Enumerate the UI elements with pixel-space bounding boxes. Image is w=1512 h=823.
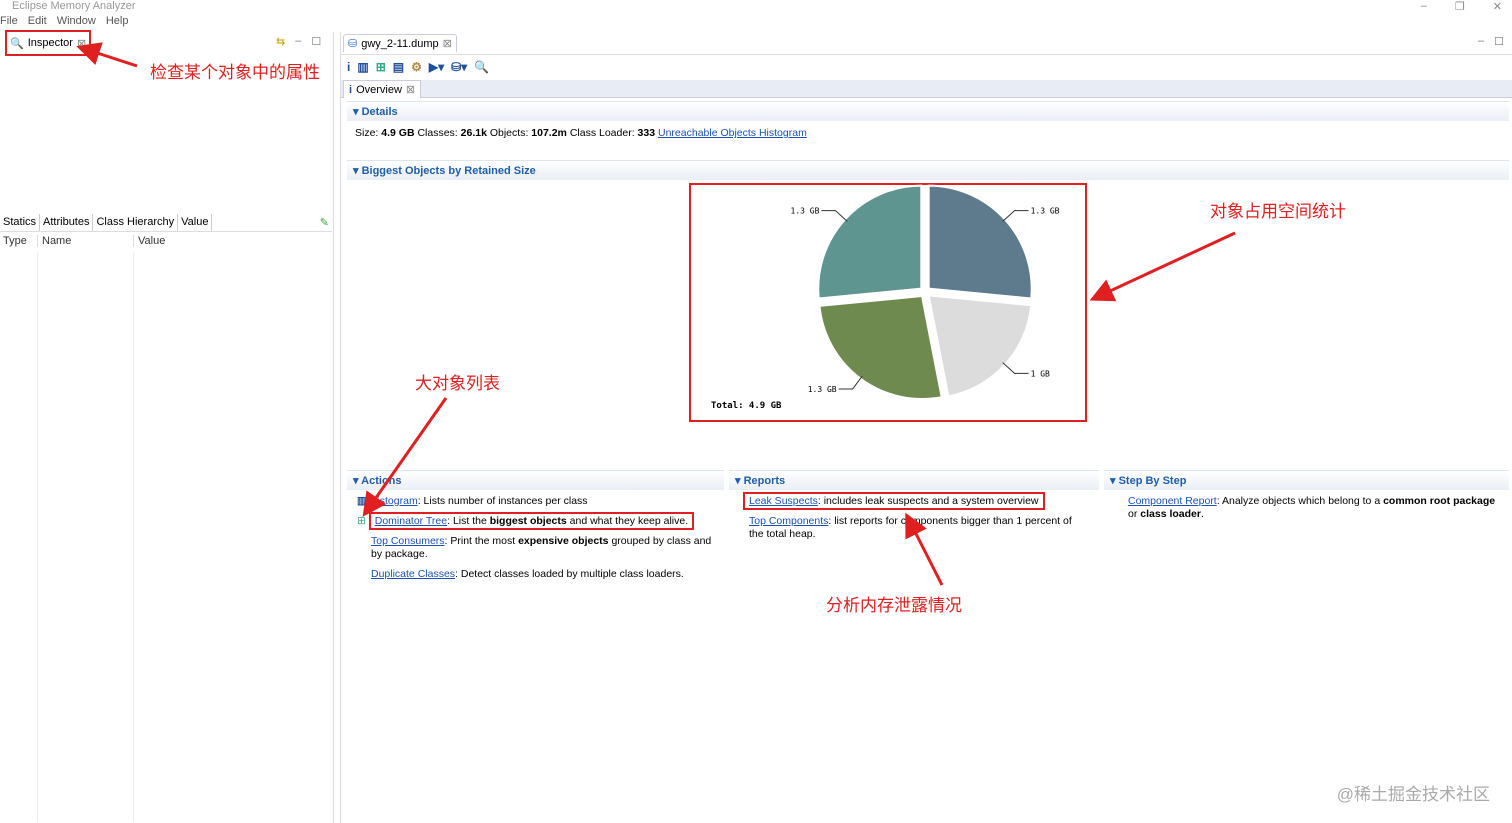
divider	[133, 252, 134, 822]
info-icon[interactable]: i	[347, 60, 350, 74]
pie-chart: Total: 4.9 GB 1.3 GB 1 GB 1.3 GB 1.3 GB	[711, 184, 1060, 411]
tab-label: gwy_2-11.dump	[361, 37, 439, 50]
details-line: Size: 4.9 GB Classes: 26.1k Objects: 107…	[355, 127, 807, 139]
list-item: ⊞ Dominator Tree: List the biggest objec…	[357, 512, 717, 530]
annotation-chart: 对象占用空间统计	[1210, 202, 1346, 221]
restore-button[interactable]: ❐	[1455, 0, 1465, 13]
step-by-step-header[interactable]: ▾ Step By Step	[1104, 470, 1509, 490]
database-icon: ⛁	[348, 38, 358, 50]
maximize-icon[interactable]: ☐	[311, 35, 321, 48]
inspector-icon: 🔍	[10, 37, 24, 50]
histogram-icon[interactable]: ▥	[357, 60, 368, 74]
histogram-link[interactable]: Histogram	[370, 495, 418, 507]
dominator-highlight: Dominator Tree: List the biggest objects…	[368, 512, 695, 530]
list-item: Top Components: list reports for compone…	[749, 515, 1072, 540]
col-value[interactable]: Value	[134, 235, 165, 247]
tab-label: Inspector	[27, 37, 73, 49]
step-text: Component Report: Analyze objects which …	[1128, 495, 1496, 520]
minimize-icon[interactable]: –	[1478, 35, 1484, 48]
pie-label: 1.3 GB	[791, 207, 820, 216]
tab-class-hierarchy[interactable]: Class Hierarchy	[93, 214, 179, 231]
divider	[37, 252, 38, 822]
reports-header[interactable]: ▾ Reports	[729, 470, 1099, 490]
pie-label: 1.3 GB	[808, 385, 837, 394]
pie-slice	[927, 184, 1033, 300]
list-item: Leak Suspects: includes leak suspects an…	[743, 492, 1089, 510]
leak-suspects-link[interactable]: Leak Suspects	[749, 495, 818, 507]
dominator-tree-link[interactable]: Dominator Tree	[375, 515, 447, 527]
search-icon[interactable]: 🔍	[474, 60, 489, 74]
list-item: Top Consumers: Print the most expensive …	[371, 535, 712, 560]
editor-pane: ⛁ gwy_2-11.dump ⊠ – ☐ i ▥ ⊞ ▤ ⚙ ▶▾ ⛁▾ 🔍 i Overvi…	[340, 32, 1512, 823]
pie-label: 1 GB	[1031, 369, 1050, 378]
pie-slice	[927, 294, 1033, 398]
pie-slice	[817, 184, 923, 300]
link-icon[interactable]: ⇆	[276, 35, 285, 48]
col-name[interactable]: Name	[38, 235, 134, 247]
close-icon[interactable]: ⊠	[77, 37, 86, 50]
info-icon: i	[349, 83, 353, 96]
dominator-tree-icon[interactable]: ⊞	[376, 60, 386, 74]
tab-attributes[interactable]: Attributes	[40, 214, 94, 231]
inspector-pane: 🔍 Inspector ⊠ ⇆ – ☐ Statics Attributes Cla…	[0, 30, 334, 823]
actions-list: ▥ Histogram: Lists number of instances p…	[357, 495, 717, 581]
minimize-button[interactable]: –	[1421, 0, 1427, 13]
menu-help[interactable]: Help	[106, 15, 129, 27]
overview-tabbar: i Overview ⊠	[341, 80, 1512, 98]
section-title: Reports	[743, 475, 786, 487]
menu-edit[interactable]: Edit	[28, 15, 47, 27]
top-consumers-link[interactable]: Top Consumers	[371, 535, 445, 547]
tab-label: Overview	[356, 83, 402, 96]
pie-slice	[818, 294, 943, 400]
section-title: Biggest Objects by Retained Size	[361, 165, 536, 177]
component-report-link[interactable]: Component Report	[1128, 495, 1217, 507]
section-title: Step By Step	[1118, 475, 1187, 487]
query-browser-icon[interactable]: ⛁▾	[451, 60, 467, 74]
tab-dump[interactable]: ⛁ gwy_2-11.dump ⊠	[343, 34, 457, 52]
close-icon[interactable]: ⊠	[406, 83, 415, 96]
tab-overview[interactable]: i Overview ⊠	[343, 80, 422, 98]
tab-inspector[interactable]: 🔍 Inspector ⊠	[5, 30, 92, 56]
reports-list: Leak Suspects: includes leak suspects an…	[743, 492, 1089, 541]
run-report-icon[interactable]: ▶▾	[429, 60, 444, 74]
gear-icon[interactable]: ⚙	[411, 60, 422, 74]
tab-statics[interactable]: Statics	[0, 214, 41, 231]
details-section-header[interactable]: ▾ Details	[347, 101, 1509, 121]
actions-header[interactable]: ▾ Actions	[347, 470, 724, 490]
duplicate-classes-link[interactable]: Duplicate Classes	[371, 568, 455, 580]
menu-window[interactable]: Window	[57, 15, 96, 27]
annotation-inspector: 检查某个对象中的属性	[150, 63, 320, 82]
section-title: Actions	[361, 475, 402, 487]
menu-file[interactable]: File	[0, 15, 18, 27]
histogram-icon: ▥	[357, 495, 367, 507]
menu-bar: File Edit Window Help	[0, 15, 128, 27]
unreachable-objects-link[interactable]: Unreachable Objects Histogram	[658, 127, 807, 139]
annotation-dominator: 大对象列表	[415, 374, 500, 393]
table-header: Type Name Value	[0, 235, 332, 247]
watermark: @稀土掘金技术社区	[1336, 785, 1490, 804]
leak-highlight: Leak Suspects: includes leak suspects an…	[743, 492, 1045, 510]
minimize-icon[interactable]: –	[295, 35, 301, 48]
section-title: Details	[361, 106, 398, 118]
toolbar: i ▥ ⊞ ▤ ⚙ ▶▾ ⛁▾ 🔍	[341, 54, 1512, 78]
annotation-leak: 分析内存泄露情况	[826, 596, 962, 615]
maximize-icon[interactable]: ☐	[1494, 35, 1504, 48]
list-item: Duplicate Classes: Detect classes loaded…	[371, 568, 684, 580]
pie-label: 1.3 GB	[1031, 207, 1060, 216]
list-item: ▥ Histogram: Lists number of instances p…	[357, 495, 588, 507]
pin-icon[interactable]: ✎	[317, 214, 332, 231]
chart-total: Total: 4.9 GB	[711, 401, 782, 411]
oql-icon[interactable]: ▤	[393, 60, 404, 74]
biggest-objects-header[interactable]: ▾ Biggest Objects by Retained Size	[347, 160, 1509, 180]
close-icon[interactable]: ⊠	[443, 37, 452, 50]
pane-toolbar: ⇆ – ☐	[276, 35, 321, 48]
dominator-tree-icon: ⊞	[357, 515, 366, 527]
close-button[interactable]: ✕	[1493, 0, 1502, 13]
window-controls: – ❐ ✕	[1421, 0, 1502, 13]
window-title: Eclipse Memory Analyzer	[12, 0, 136, 12]
top-components-link[interactable]: Top Components	[749, 515, 828, 527]
col-type[interactable]: Type	[0, 235, 38, 247]
inspector-subtabs: Statics Attributes Class Hierarchy Value…	[0, 214, 332, 232]
tab-value[interactable]: Value	[178, 214, 213, 231]
